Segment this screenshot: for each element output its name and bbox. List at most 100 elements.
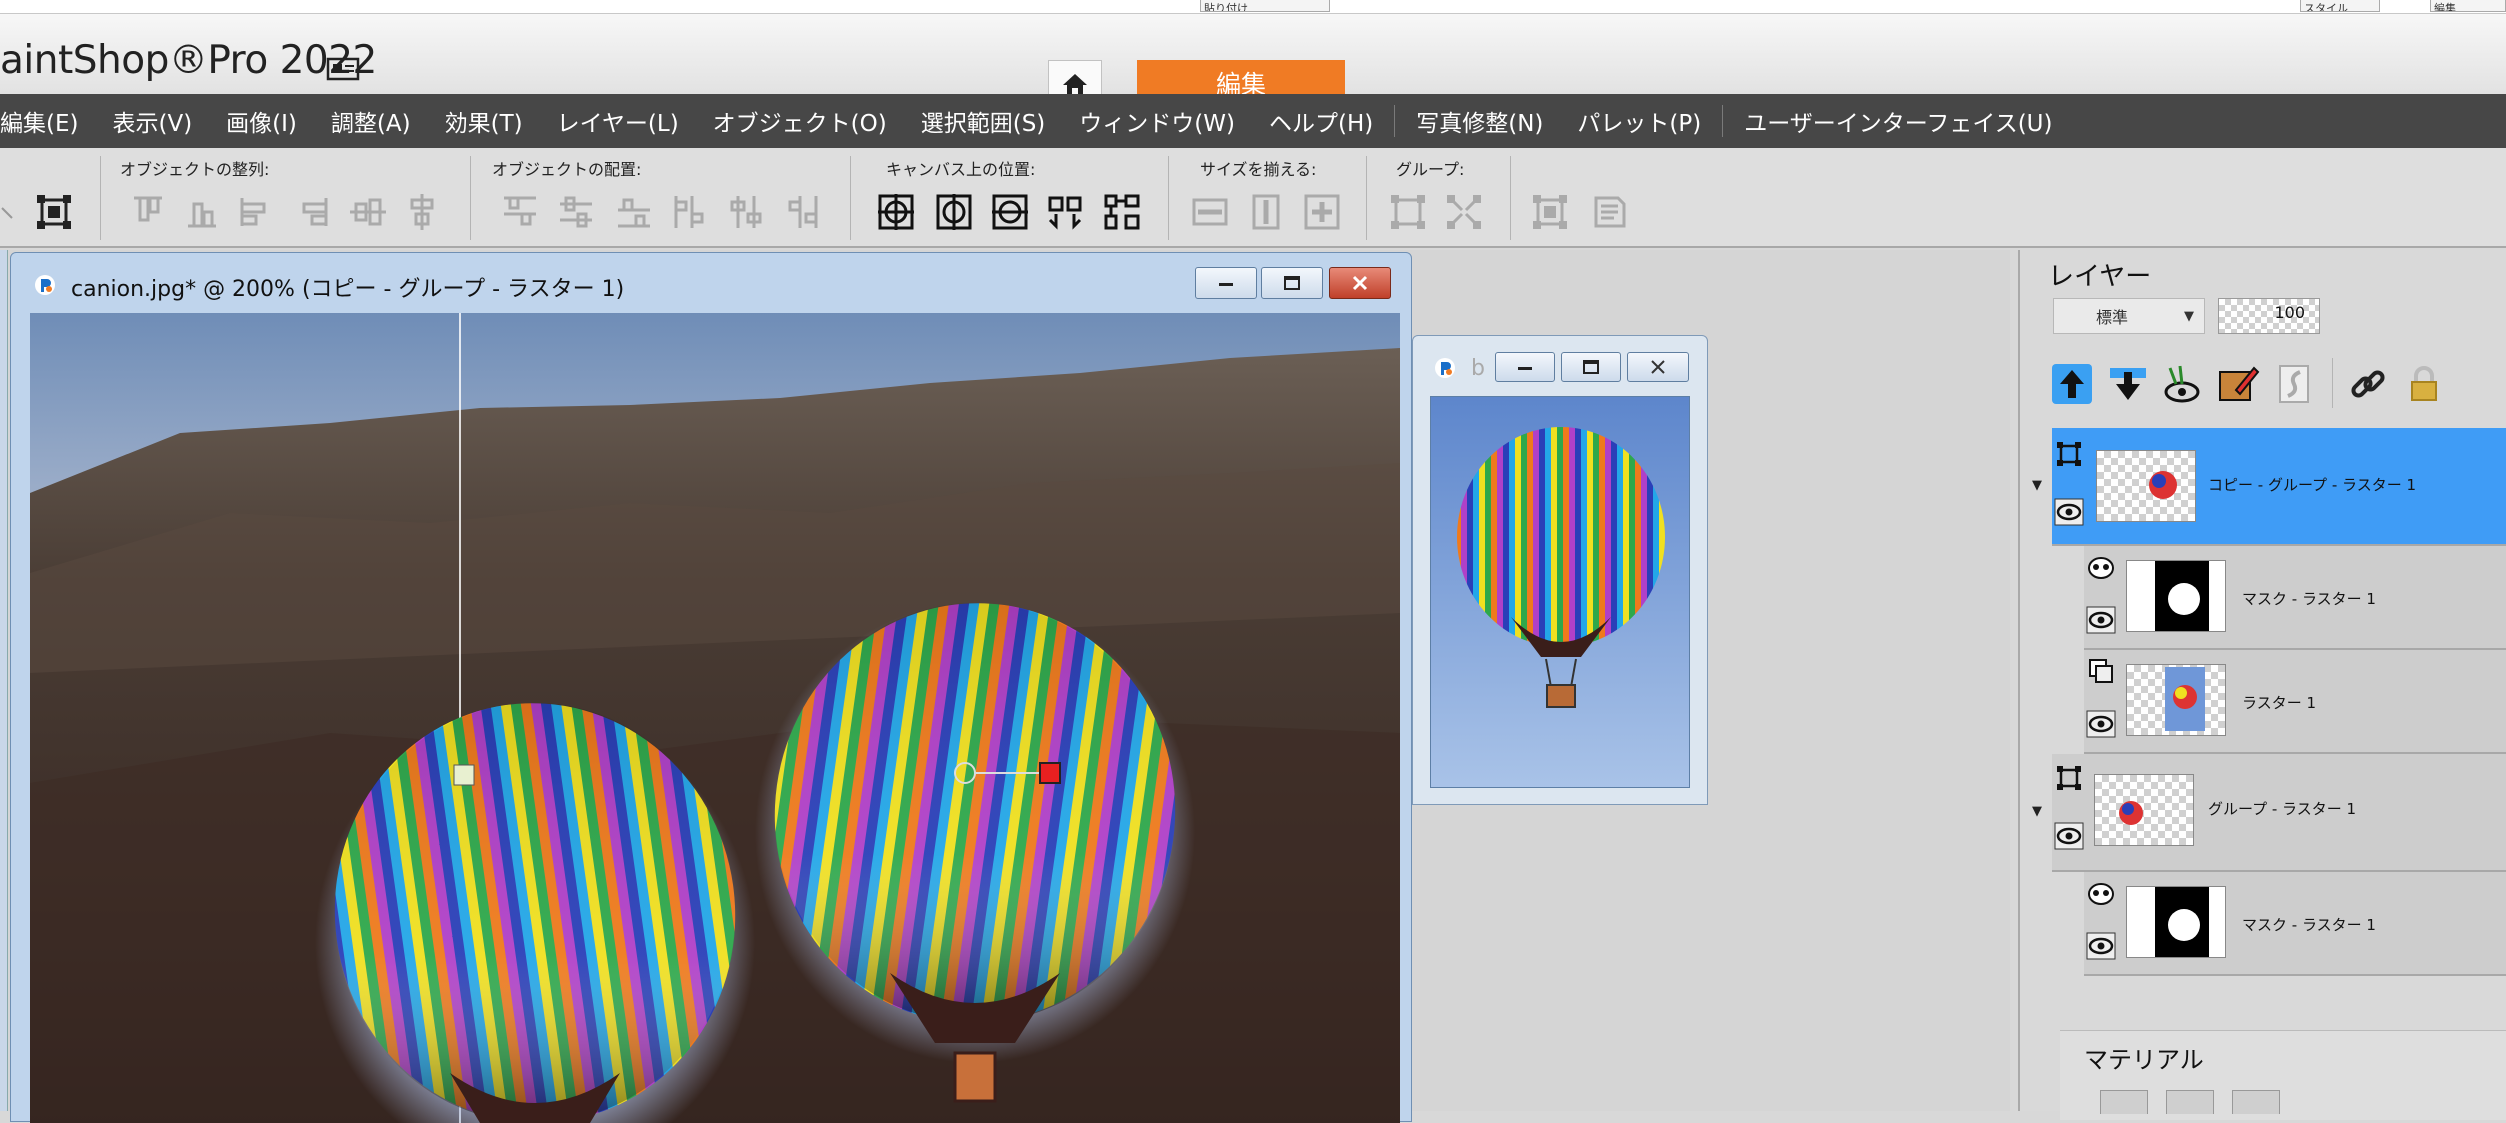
paste-fragment[interactable]: 貼り付け [1200, 0, 1330, 12]
overview-window[interactable]: b [1412, 335, 1708, 805]
image-canvas[interactable] [30, 313, 1400, 1123]
menu-layers[interactable]: レイヤー(L) [540, 104, 696, 138]
toolbar-separator [100, 156, 101, 240]
vertical-center-icon[interactable] [988, 190, 1032, 234]
materials-title: マテリアル [2084, 1046, 2204, 1074]
space-evenly-icon[interactable] [1044, 190, 1088, 234]
materials-tab-frame[interactable] [2100, 1090, 2148, 1114]
lock-layer-icon[interactable] [2402, 362, 2446, 406]
layer-script-icon[interactable] [2272, 362, 2316, 406]
mask-thumbnail [2126, 560, 2226, 632]
partial-icon[interactable] [0, 190, 14, 234]
edit-layer-icon[interactable] [2216, 362, 2260, 406]
mask-shape [2155, 887, 2209, 957]
properties-icon[interactable] [1588, 190, 1632, 234]
toolbar-separator [850, 156, 851, 240]
raster-thumb [2165, 667, 2205, 731]
mask-icon[interactable] [2086, 554, 2116, 582]
layer-row[interactable]: ラスター 1 [2084, 650, 2506, 754]
menu-image[interactable]: 画像(I) [209, 104, 314, 138]
layer-row[interactable]: マスク - ラスター 1 [2084, 546, 2506, 650]
select-all-objects-icon[interactable] [1528, 190, 1572, 234]
menu-photo-fix[interactable]: 写真修整(N) [1399, 104, 1560, 138]
minimize-button[interactable] [1195, 267, 1257, 299]
layer-name: マスク - ラスター 1 [2242, 590, 2376, 608]
edit-fragment[interactable]: 編集 [2430, 0, 2506, 12]
eye-icon[interactable] [2054, 822, 2084, 850]
collapse-arrow-icon[interactable]: ▼ [2032, 478, 2042, 493]
menu-user-interface[interactable]: ユーザーインターフェイス(U) [1727, 104, 2069, 138]
menu-view[interactable]: 表示(V) [95, 104, 209, 138]
menu-effects[interactable]: 効果(T) [428, 104, 540, 138]
maximize-button[interactable] [1261, 267, 1323, 299]
ungroup-icon[interactable] [1442, 190, 1486, 234]
align-vcenter-icon[interactable] [346, 190, 390, 234]
move-layer-down-icon[interactable] [2106, 362, 2150, 406]
layer-row[interactable]: ▼ グループ - ラスター 1 [2032, 754, 2506, 872]
distribute-bottom-icon[interactable] [612, 190, 656, 234]
document-titlebar[interactable]: canion.jpg* @ 200% (コピー - グループ - ラスター 1) [11, 253, 1411, 313]
menu-selections[interactable]: 選択範囲(S) [904, 104, 1063, 138]
distribute-vcenter-icon[interactable] [554, 190, 598, 234]
distribute-left-icon[interactable] [668, 190, 712, 234]
menu-palettes[interactable]: パレット(P) [1560, 104, 1718, 138]
eye-icon[interactable] [2086, 932, 2116, 960]
materials-tab-gradient[interactable] [2166, 1090, 2214, 1114]
distribute-objects-label: オブジェクトの配置: [492, 160, 642, 179]
menu-objects[interactable]: オブジェクト(O) [696, 104, 904, 138]
vector-group-icon[interactable] [2054, 764, 2084, 792]
distribute-hcenter-icon[interactable] [724, 190, 768, 234]
opacity-field[interactable]: 100 [2218, 298, 2320, 334]
center-on-canvas-icon[interactable] [874, 190, 918, 234]
align-top-icon[interactable] [126, 190, 170, 234]
align-hcenter-icon[interactable] [400, 190, 444, 234]
close-button[interactable] [1329, 267, 1391, 299]
menu-adjust[interactable]: 調整(A) [314, 104, 428, 138]
style-fragment[interactable]: スタイル [2300, 0, 2380, 12]
distribute-top-icon[interactable] [498, 190, 542, 234]
balloon-thumb [2149, 471, 2177, 499]
mask-icon[interactable] [2086, 880, 2116, 908]
align-left-icon[interactable] [234, 190, 278, 234]
distribute-right-icon[interactable] [780, 190, 824, 234]
layer-thumbnail [2096, 450, 2196, 522]
menu-edit[interactable]: 編集(E) [0, 104, 95, 138]
overview-close-button[interactable] [1627, 352, 1689, 382]
same-height-icon[interactable] [1244, 190, 1288, 234]
eye-icon[interactable] [2086, 606, 2116, 634]
align-right-icon[interactable] [290, 190, 334, 234]
link-layer-icon[interactable] [2346, 362, 2390, 406]
fit-to-canvas-icon[interactable] [1100, 190, 1144, 234]
same-width-icon[interactable] [1188, 190, 1232, 234]
vector-group-icon[interactable] [2054, 440, 2084, 468]
overview-minimize-button[interactable] [1495, 352, 1555, 382]
menu-window[interactable]: ウィンドウ(W) [1062, 104, 1252, 138]
chevron-down-icon: ▼ [2184, 309, 2194, 324]
materials-tab-pattern[interactable] [2232, 1090, 2280, 1114]
group-icon[interactable] [1386, 190, 1430, 234]
object-select-icon[interactable] [32, 190, 76, 234]
layer-visibility-toggle-icon[interactable] [2160, 362, 2204, 406]
layer-row[interactable]: マスク - ラスター 1 [2084, 872, 2506, 976]
canyon-photo [30, 313, 1400, 1123]
same-size-icon[interactable] [1300, 190, 1344, 234]
screen-icon [326, 57, 360, 81]
menu-help[interactable]: ヘルプ(H) [1252, 104, 1390, 138]
toolbar-separator [1168, 156, 1169, 240]
raster-layer-icon[interactable] [2086, 658, 2116, 686]
menu-separator [1394, 105, 1396, 137]
eye-icon[interactable] [2054, 498, 2084, 526]
group-label: グループ: [1396, 160, 1465, 179]
eye-icon[interactable] [2086, 710, 2116, 738]
close-icon [1651, 360, 1665, 374]
overview-maximize-button[interactable] [1561, 352, 1621, 382]
app-title: aintShop®Pro 2022 [0, 38, 377, 83]
overview-image [1430, 396, 1690, 788]
horizontal-center-icon[interactable] [932, 190, 976, 234]
collapse-arrow-icon[interactable]: ▼ [2032, 804, 2042, 819]
align-bottom-icon[interactable] [180, 190, 224, 234]
blend-mode-select[interactable]: 標準 ▼ [2053, 298, 2205, 334]
document-window[interactable]: canion.jpg* @ 200% (コピー - グループ - ラスター 1) [10, 252, 1412, 1123]
move-layer-up-icon[interactable] [2050, 362, 2094, 406]
layer-row[interactable]: ▼ コピー - グループ - ラスター 1 [2032, 428, 2506, 546]
